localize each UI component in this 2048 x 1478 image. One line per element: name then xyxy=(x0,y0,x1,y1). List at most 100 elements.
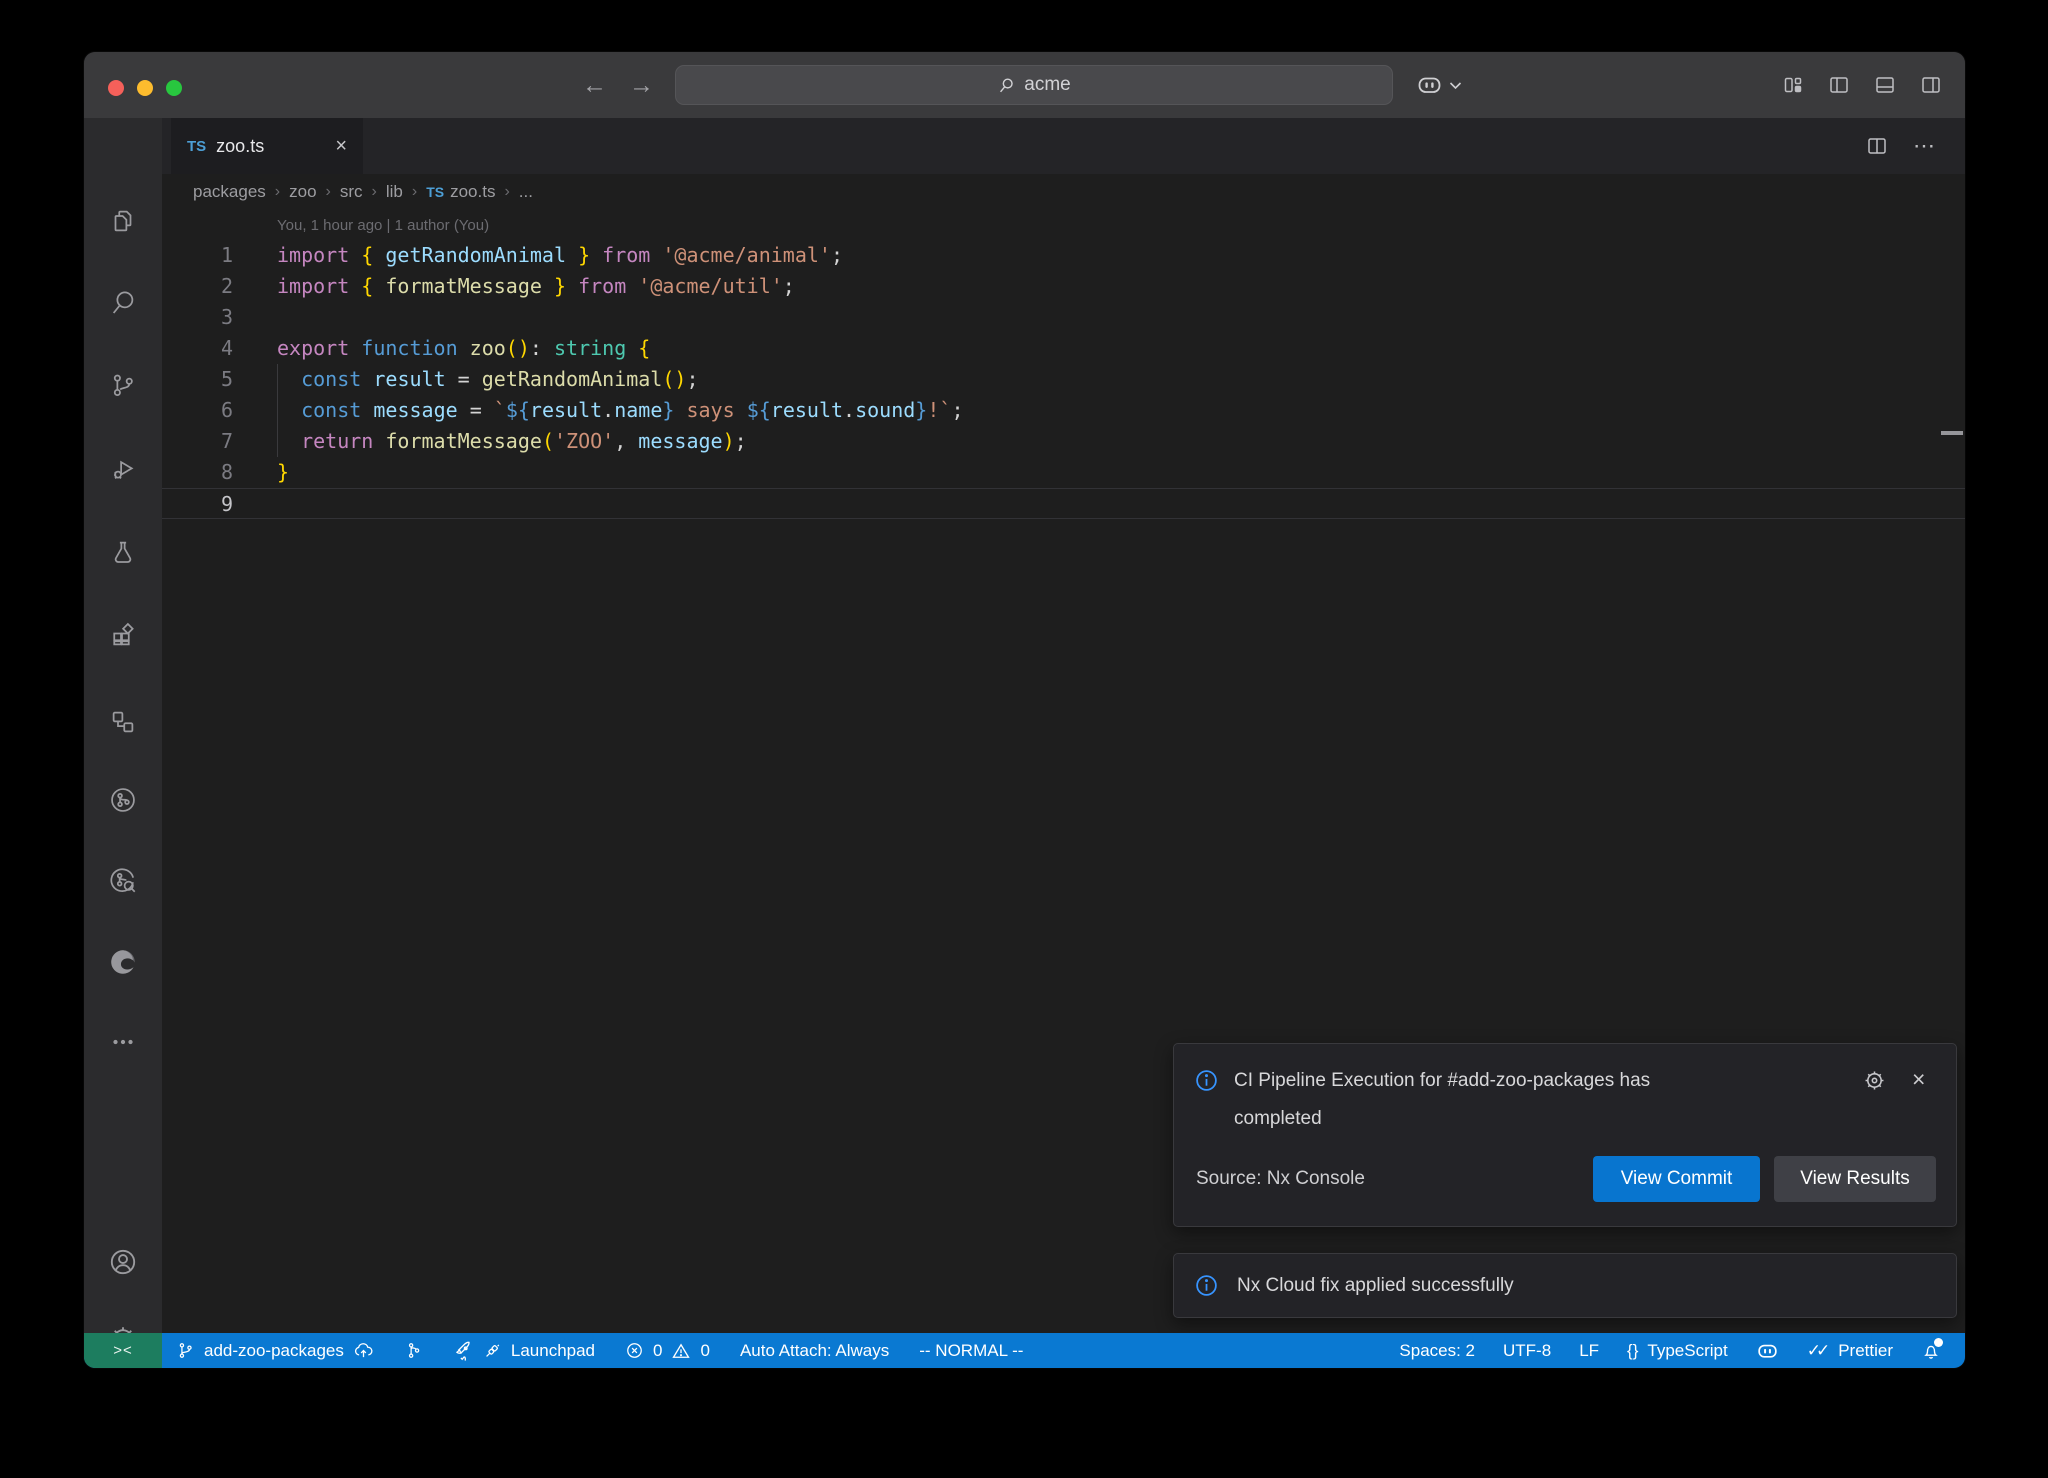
problems-item[interactable]: 0 0 xyxy=(625,1341,710,1361)
command-center-query: acme xyxy=(1024,74,1070,96)
code-line-7: 7 return formatMessage('ZOO', message); xyxy=(162,426,1965,457)
language-mode-item[interactable]: {} TypeScript xyxy=(1627,1341,1728,1361)
traffic-lights xyxy=(108,80,182,96)
title-bar: ← → acme xyxy=(84,52,1965,118)
breadcrumb-item-zoo-ts[interactable]: zoo.ts xyxy=(450,182,495,202)
testing-view-button[interactable] xyxy=(84,521,162,583)
account-icon xyxy=(107,1246,139,1278)
cloud-upload-icon xyxy=(353,1340,374,1361)
breadcrumb-item--[interactable]: ... xyxy=(519,182,533,202)
minimize-window-button[interactable] xyxy=(137,80,153,96)
copilot-icon xyxy=(1416,73,1443,97)
line-content: const result = getRandomAnimal(); xyxy=(233,364,699,395)
linked-editing-icon xyxy=(108,707,138,737)
code-line-8: 8} xyxy=(162,457,1965,488)
ellipsis-icon xyxy=(108,1027,138,1057)
source-control-view-button[interactable] xyxy=(84,354,162,416)
copilot-menu[interactable] xyxy=(1416,52,1462,118)
view-commit-button[interactable]: View Commit xyxy=(1593,1156,1760,1202)
line-number: 3 xyxy=(162,302,233,333)
breadcrumb-item-lib[interactable]: lib xyxy=(386,182,403,202)
notification-close-icon[interactable]: × xyxy=(1912,1066,1925,1093)
close-window-button[interactable] xyxy=(108,80,124,96)
code-line-9: 9 xyxy=(162,488,1965,519)
info-icon xyxy=(1194,1273,1219,1298)
eol-item[interactable]: LF xyxy=(1579,1341,1599,1361)
vim-mode-label: -- NORMAL -- xyxy=(919,1341,1023,1361)
breadcrumb-item-zoo[interactable]: zoo xyxy=(289,182,316,202)
launchpad-label: Launchpad xyxy=(511,1341,595,1361)
toggle-secondary-sidebar-icon[interactable] xyxy=(1919,73,1943,97)
explorer-view-button[interactable] xyxy=(84,190,162,252)
nx-cloud-view-button[interactable] xyxy=(84,849,162,911)
line-number: 4 xyxy=(162,333,233,364)
status-bar: >< add-zoo-packages xyxy=(84,1333,1965,1368)
toggle-primary-sidebar-icon[interactable] xyxy=(1827,73,1851,97)
tab-label: zoo.ts xyxy=(216,136,264,157)
breadcrumb-item-packages[interactable]: packages xyxy=(193,182,266,202)
editor-actions-more-icon[interactable]: ⋯ xyxy=(1913,133,1937,159)
zoom-window-button[interactable] xyxy=(166,80,182,96)
encoding-label: UTF-8 xyxy=(1503,1341,1551,1361)
launchpad-item[interactable]: Launchpad xyxy=(453,1340,595,1361)
warning-count-icon xyxy=(671,1341,691,1361)
notification-title: CI Pipeline Execution for #add-zoo-packa… xyxy=(1234,1062,1714,1138)
accounts-button[interactable] xyxy=(84,1231,162,1293)
run-debug-icon xyxy=(108,454,138,484)
encoding-item[interactable]: UTF-8 xyxy=(1503,1341,1551,1361)
code-line-4: 4export function zoo(): string { xyxy=(162,333,1965,364)
line-number: 2 xyxy=(162,271,233,302)
auto-attach-item[interactable]: Auto Attach: Always xyxy=(740,1341,889,1361)
line-content: import { formatMessage } from '@acme/uti… xyxy=(233,271,795,302)
line-number: 7 xyxy=(162,426,233,457)
source-control-icon xyxy=(108,370,138,400)
auto-attach-label: Auto Attach: Always xyxy=(740,1341,889,1361)
customize-layout-icon[interactable] xyxy=(1781,73,1805,97)
git-branch-item[interactable]: add-zoo-packages xyxy=(176,1340,374,1361)
code-lines: 1import { getRandomAnimal } from '@acme/… xyxy=(162,240,1965,519)
navigate-back-icon[interactable]: ← xyxy=(582,71,607,100)
indentation-item[interactable]: Spaces: 2 xyxy=(1399,1341,1475,1361)
breadcrumb-separator: › xyxy=(504,183,509,201)
notification-toast-nx-cloud: Nx Cloud fix applied successfully xyxy=(1173,1253,1957,1318)
chevron-down-icon xyxy=(1449,81,1462,90)
tab-close-icon[interactable]: × xyxy=(335,136,347,156)
line-content: return formatMessage('ZOO', message); xyxy=(233,426,747,457)
notification-settings-gear-icon[interactable] xyxy=(1862,1068,1887,1093)
plug-icon xyxy=(483,1341,502,1360)
command-center-search[interactable]: acme xyxy=(675,65,1393,105)
nx-console-view-button[interactable] xyxy=(84,769,162,831)
vim-mode-item[interactable]: -- NORMAL -- xyxy=(919,1341,1023,1361)
copilot-status-item[interactable] xyxy=(1756,1341,1779,1361)
line-content xyxy=(233,302,277,333)
breadcrumb-item-src[interactable]: src xyxy=(340,182,363,202)
nx-console-icon xyxy=(107,784,139,816)
files-icon xyxy=(108,206,138,236)
formatter-item[interactable]: ✓✓ Prettier xyxy=(1807,1341,1893,1361)
code-line-2: 2import { formatMessage } from '@acme/ut… xyxy=(162,271,1965,302)
tab-zoo-ts[interactable]: TS zoo.ts × xyxy=(171,118,363,174)
breadcrumb-separator: › xyxy=(412,183,417,201)
code-line-5: 5 const result = getRandomAnimal(); xyxy=(162,364,1965,395)
info-icon xyxy=(1194,1068,1219,1093)
navigate-forward-icon[interactable]: → xyxy=(629,71,654,100)
search-view-button[interactable] xyxy=(84,272,162,334)
line-number: 5 xyxy=(162,364,233,395)
code-line-3: 3 xyxy=(162,302,1965,333)
extensions-view-button[interactable] xyxy=(84,604,162,666)
line-number: 9 xyxy=(162,489,233,518)
split-editor-icon[interactable] xyxy=(1865,134,1889,158)
remote-indicator[interactable]: >< xyxy=(84,1333,162,1368)
extensions-icon xyxy=(108,620,138,650)
notifications-bell-item[interactable] xyxy=(1921,1341,1941,1361)
search-icon xyxy=(997,76,1016,95)
references-view-button[interactable] xyxy=(84,691,162,753)
run-debug-view-button[interactable] xyxy=(84,438,162,500)
toggle-panel-icon[interactable] xyxy=(1873,73,1897,97)
search-icon xyxy=(108,288,138,318)
additional-views-button[interactable] xyxy=(84,1011,162,1073)
edge-browser-view-button[interactable] xyxy=(84,931,162,993)
git-graph-item[interactable] xyxy=(404,1341,423,1360)
view-results-button[interactable]: View Results xyxy=(1774,1156,1936,1202)
notification-source: Source: Nx Console xyxy=(1196,1156,1365,1202)
